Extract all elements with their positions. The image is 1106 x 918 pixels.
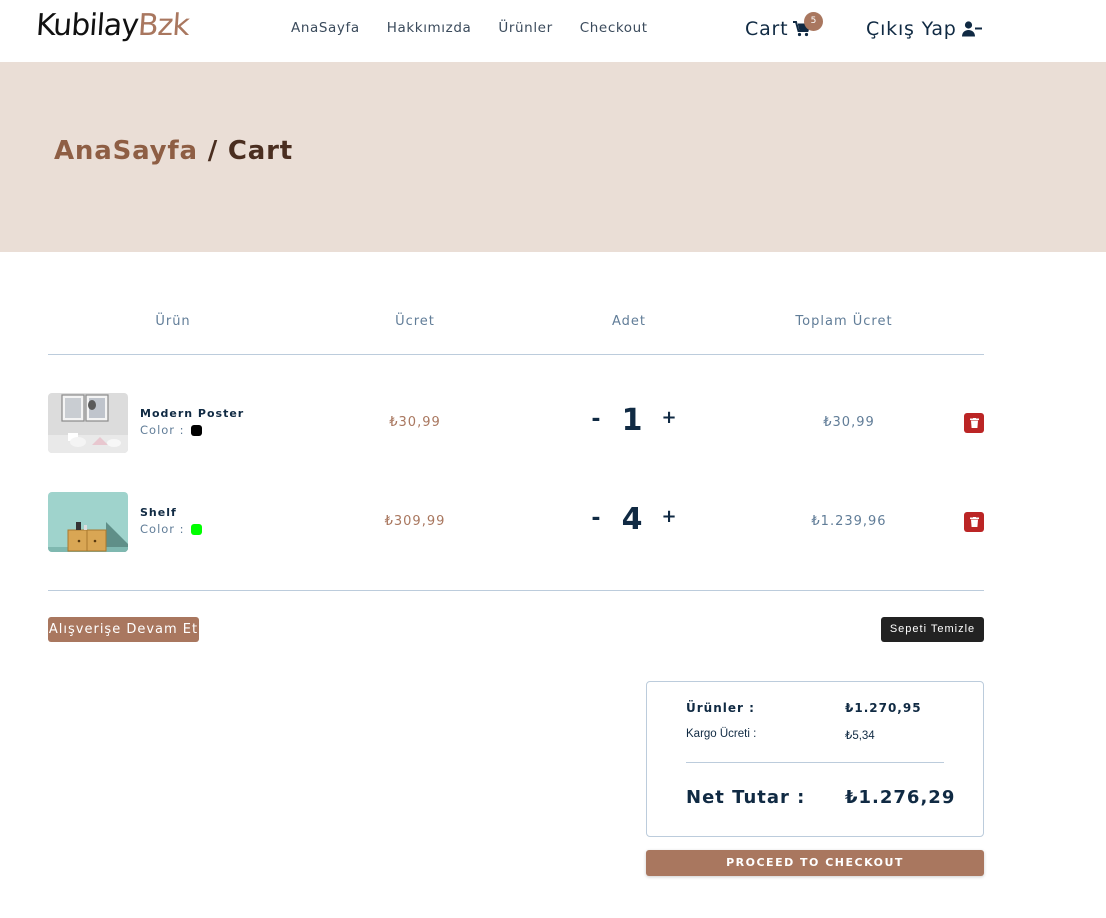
- cart-button[interactable]: Cart: [745, 18, 812, 40]
- unit-price: ₺309,99: [384, 514, 446, 529]
- breadcrumb-home-link[interactable]: AnaSayfa: [54, 136, 198, 166]
- remove-item-button[interactable]: [964, 512, 984, 532]
- summary-divider: [686, 762, 944, 763]
- color-swatch: [190, 424, 202, 436]
- product-image[interactable]: [48, 393, 128, 453]
- remove-item-button[interactable]: [964, 413, 984, 433]
- cart-table-header: Ürün Ücret Adet Toplam Ücret: [48, 314, 984, 334]
- shipping-label: Kargo Ücreti :: [686, 728, 757, 740]
- clear-cart-button[interactable]: Sepeti Temizle: [881, 617, 984, 642]
- line-total: ₺30,99: [823, 415, 875, 430]
- shipping-value: ₺5,34: [845, 730, 875, 742]
- decrease-quantity-button[interactable]: -: [588, 407, 604, 432]
- color-label: Color :: [140, 522, 185, 536]
- quantity-value: 4: [621, 502, 643, 537]
- header-price: Ücret: [395, 314, 435, 329]
- logout-button[interactable]: Çıkış Yap: [866, 18, 982, 40]
- header-quantity: Adet: [611, 314, 646, 329]
- brand-logo[interactable]: KubilayBzk: [35, 6, 191, 46]
- trash-icon: [969, 517, 979, 527]
- navbar: KubilayBzk AnaSayfa Hakkımızda Ürünler C…: [0, 0, 1106, 62]
- user-minus-icon: [961, 21, 982, 37]
- net-total-value: ₺1.276,29: [845, 787, 956, 808]
- nav-links: AnaSayfa Hakkımızda Ürünler Checkout: [291, 20, 675, 36]
- product-image[interactable]: [48, 492, 128, 552]
- cart-label: Cart: [745, 18, 789, 40]
- nav-link-home[interactable]: AnaSayfa: [291, 20, 360, 36]
- color-label: Color :: [140, 423, 185, 437]
- subtotal-value: ₺1.270,95: [845, 701, 922, 715]
- order-summary: Ürünler : ₺1.270,95 Kargo Ücreti : ₺5,34…: [646, 681, 984, 837]
- decrease-quantity-button[interactable]: -: [588, 506, 604, 531]
- breadcrumb-current: Cart: [227, 136, 293, 166]
- product-name: Modern Poster: [140, 407, 245, 420]
- items-divider: [48, 590, 984, 591]
- proceed-to-checkout-button[interactable]: PROCEED TO CHECKOUT: [646, 850, 984, 876]
- breadcrumb: AnaSayfa / Cart: [54, 136, 293, 166]
- breadcrumb-separator: /: [197, 136, 228, 166]
- cart-item-row: Shelf Color : ₺309,99 - 4 + ₺1.239,96: [48, 492, 984, 552]
- nav-link-checkout[interactable]: Checkout: [580, 20, 648, 36]
- product-color: Color :: [140, 423, 202, 437]
- quantity-value: 1: [621, 403, 643, 438]
- subtotal-label: Ürünler :: [686, 701, 755, 715]
- header-product: Ürün: [155, 314, 191, 329]
- cart-item-row: Modern Poster Color : ₺30,99 - 1 + ₺30,9…: [48, 393, 984, 453]
- net-total-label: Net Tutar :: [686, 787, 806, 808]
- header-divider: [48, 354, 984, 355]
- nav-link-products[interactable]: Ürünler: [498, 20, 552, 36]
- continue-shopping-button[interactable]: Alışverişe Devam Et: [48, 617, 199, 642]
- unit-price: ₺30,99: [389, 415, 441, 430]
- color-swatch: [190, 523, 202, 535]
- cart-count-badge: 5: [804, 12, 823, 31]
- line-total: ₺1.239,96: [811, 514, 887, 529]
- page-hero: AnaSayfa / Cart: [0, 62, 1106, 252]
- product-name: Shelf: [140, 506, 177, 519]
- logout-label: Çıkış Yap: [866, 18, 957, 40]
- increase-quantity-button[interactable]: +: [661, 407, 677, 428]
- nav-link-about[interactable]: Hakkımızda: [387, 20, 472, 36]
- product-color: Color :: [140, 522, 202, 536]
- trash-icon: [969, 418, 979, 428]
- increase-quantity-button[interactable]: +: [661, 506, 677, 527]
- header-total: Toplam Ücret: [795, 314, 893, 329]
